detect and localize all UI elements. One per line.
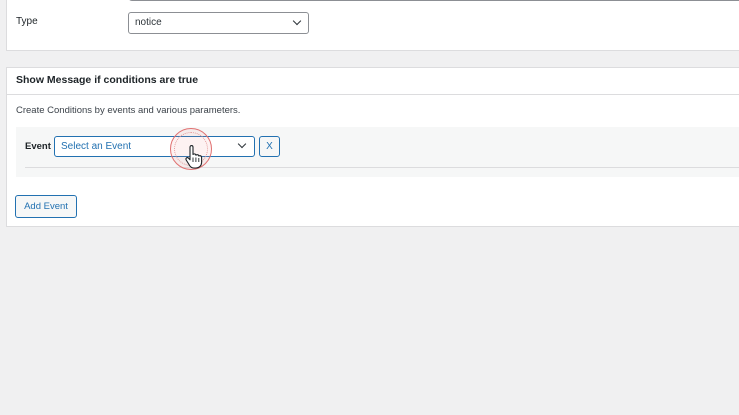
type-select-value: notice — [135, 17, 162, 28]
conditions-panel: Show Message if conditions are true Crea… — [6, 67, 739, 227]
event-select[interactable]: Select an Event — [54, 136, 255, 157]
event-select-placeholder: Select an Event — [61, 141, 132, 152]
panel-description: Create Conditions by events and various … — [16, 105, 241, 116]
type-label: Type — [16, 16, 38, 27]
condition-row: Event Select an Event X — [16, 127, 739, 177]
type-panel: Type notice — [6, 0, 739, 51]
add-event-button[interactable]: Add Event — [15, 195, 77, 218]
event-label: Event — [25, 141, 51, 152]
chevron-down-icon — [292, 16, 302, 26]
hand-pointer-icon — [185, 145, 203, 169]
chevron-down-icon — [237, 139, 247, 149]
panel-title: Show Message if conditions are true — [16, 74, 199, 86]
row-divider — [25, 167, 739, 168]
panel-header: Show Message if conditions are true — [7, 68, 739, 95]
remove-condition-button[interactable]: X — [259, 136, 280, 157]
previous-input-field[interactable] — [128, 0, 739, 1]
type-select[interactable]: notice — [128, 12, 309, 34]
